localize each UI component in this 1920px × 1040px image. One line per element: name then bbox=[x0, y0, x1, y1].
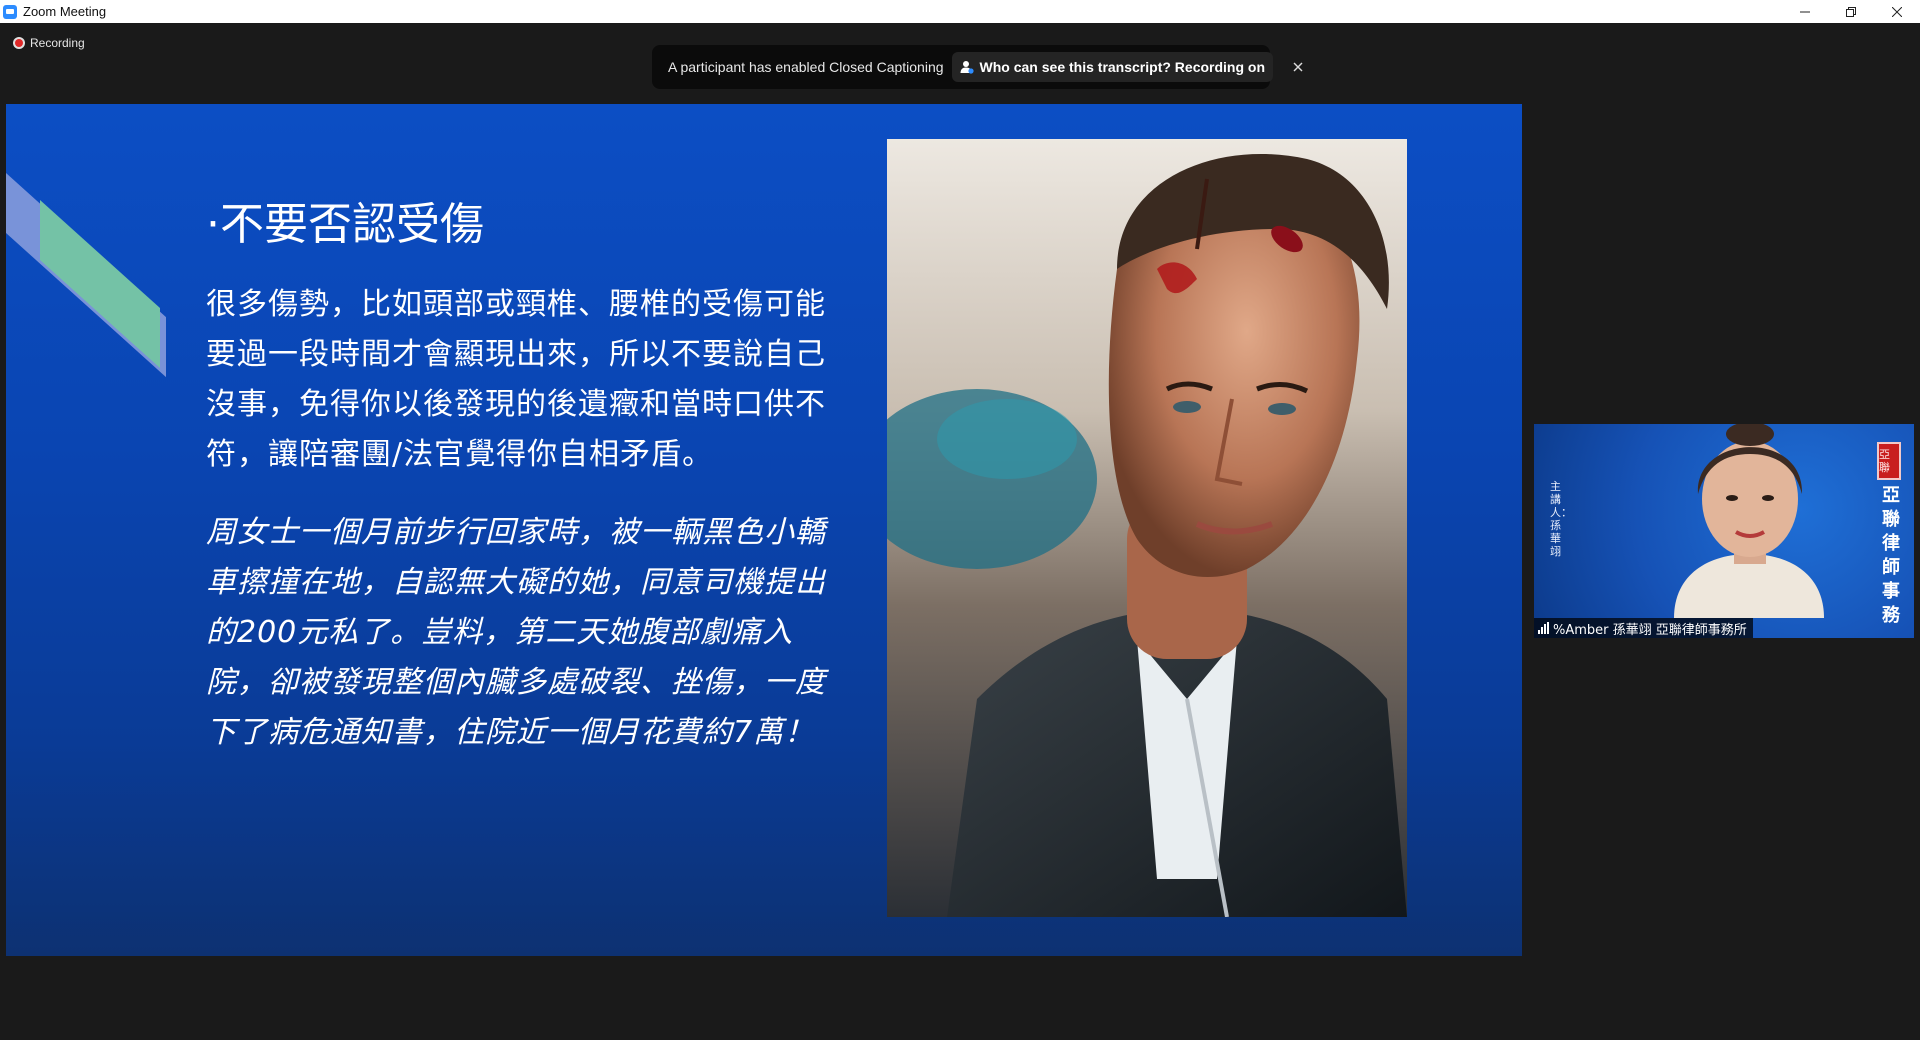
participant-video-feed bbox=[1674, 424, 1824, 618]
slide-title: ·不要否認受傷 bbox=[206, 199, 484, 250]
close-window-button[interactable] bbox=[1874, 0, 1920, 23]
slide-paragraph-2: 周女士一個月前步行回家時，被一輛黑色小轎車擦撞在地，自認無大礙的她，同意司機提出… bbox=[206, 515, 826, 750]
close-icon bbox=[1892, 6, 1902, 17]
participant-video-tile[interactable]: 主講人：孫華翊 亞聯 亞聯律師事務 %Amber 孫華翊 亞聯律師事務所 bbox=[1534, 424, 1914, 638]
closed-captioning-banner: A participant has enabled Closed Caption… bbox=[652, 45, 1303, 89]
recording-indicator[interactable]: Recording bbox=[13, 36, 85, 50]
recording-label: Recording bbox=[30, 36, 85, 50]
cc-banner-close-button[interactable] bbox=[1293, 58, 1303, 76]
minimize-button[interactable] bbox=[1782, 0, 1828, 23]
speaker-banner-text: 主講人：孫華翊 bbox=[1550, 480, 1572, 558]
window-title: Zoom Meeting bbox=[23, 4, 107, 19]
minimize-icon bbox=[1800, 11, 1810, 12]
zoom-app-icon bbox=[3, 4, 17, 19]
slide-portrait-image bbox=[887, 139, 1407, 917]
person-icon bbox=[960, 61, 974, 74]
law-firm-seal: 亞聯 bbox=[1877, 442, 1901, 480]
shared-screen-slide: ·不要否認受傷 很多傷勢，比如頭部或頸椎、腰椎的受傷可能要過一段時間才會顯現出來… bbox=[6, 104, 1522, 956]
cc-message: A participant has enabled Closed Caption… bbox=[668, 59, 944, 75]
window-controls bbox=[1782, 0, 1920, 23]
recording-dot-icon bbox=[13, 37, 25, 49]
participant-name: %Amber 孫華翊 亞聯律師事務所 bbox=[1553, 622, 1747, 638]
slide-paragraph-1: 很多傷勢，比如頭部或頸椎、腰椎的受傷可能要過一段時間才會顯現出來，所以不要說自己… bbox=[206, 287, 826, 472]
who-can-see-transcript-button[interactable]: Who can see this transcript? Recording o… bbox=[951, 52, 1274, 82]
restore-button[interactable] bbox=[1828, 0, 1874, 23]
connection-signal-icon bbox=[1538, 622, 1549, 634]
who-can-see-label: Who can see this transcript? Recording o… bbox=[979, 59, 1266, 75]
close-icon bbox=[1293, 62, 1303, 72]
seal-text: 亞聯 bbox=[1879, 448, 1890, 474]
slide-decoration-green bbox=[40, 200, 160, 369]
law-firm-banner-text: 亞聯律師事務 bbox=[1882, 485, 1900, 626]
participant-name-bar: %Amber 孫華翊 亞聯律師事務所 bbox=[1534, 618, 1753, 638]
restore-icon bbox=[1846, 6, 1856, 17]
injured-man-illustration bbox=[887, 139, 1407, 917]
window-title-bar: Zoom Meeting bbox=[0, 0, 1920, 23]
